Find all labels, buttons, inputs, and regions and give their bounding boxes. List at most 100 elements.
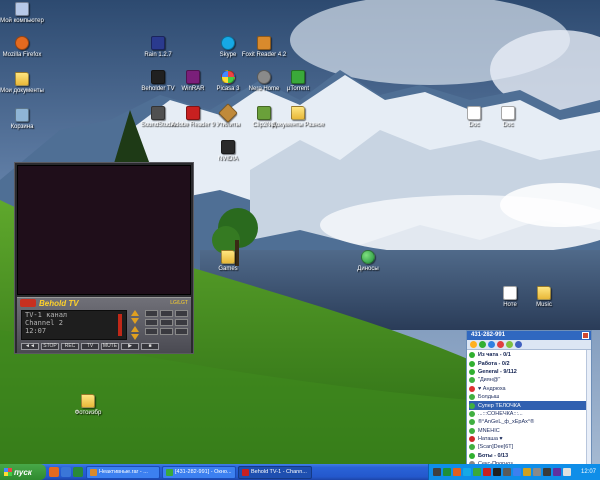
row-label: Работа - 0/2 — [478, 360, 510, 367]
contact-row[interactable]: MNEHIC — [469, 427, 589, 435]
tray-icon[interactable] — [493, 468, 501, 476]
tv-key[interactable] — [160, 319, 173, 326]
rewind-button[interactable]: ◄◄ — [21, 343, 39, 350]
row-label: Болдыш — [478, 394, 500, 401]
contact-row[interactable]: Наташа ♥ — [469, 435, 589, 443]
firefox-quicklaunch-icon[interactable] — [49, 467, 59, 477]
icq-quicklaunch-icon[interactable] — [73, 467, 83, 477]
lcd-line-time: 12:07 — [25, 327, 47, 335]
tray-icon[interactable] — [553, 468, 561, 476]
my-computer-icon[interactable]: Мой компьютер — [0, 2, 44, 25]
tray-icon[interactable] — [563, 468, 571, 476]
start-button[interactable]: пуск — [0, 464, 46, 480]
tray-icon[interactable] — [473, 468, 481, 476]
row-label: Супер ТЕЛОЧКА — [478, 402, 521, 409]
group-row[interactable]: Работа - 0/2 — [469, 359, 589, 367]
group-row[interactable]: Боты - 0/13 — [469, 452, 589, 460]
tv-key[interactable] — [175, 319, 188, 326]
scrollbar[interactable] — [586, 350, 591, 466]
online-icon[interactable] — [479, 341, 486, 348]
tray-icon[interactable] — [463, 468, 471, 476]
music-folder-icon[interactable]: Music — [522, 286, 566, 309]
tv-key[interactable] — [175, 310, 188, 317]
tray-icon[interactable] — [453, 468, 461, 476]
contact-row[interactable]: ®°AnGeL_ф_xEpAx°® — [469, 418, 589, 426]
row-label: Боты - 0/13 — [478, 452, 509, 459]
pause-button[interactable]: ■ — [141, 343, 159, 350]
app-glyph-icon — [257, 36, 271, 50]
tray-icon[interactable] — [523, 468, 531, 476]
task-label: Неактивные.rar - ... — [99, 468, 148, 475]
record-button[interactable]: REC — [61, 343, 79, 350]
nvidia-icon[interactable]: NVIDIA — [206, 140, 250, 163]
my-documents-icon[interactable]: Мои документы — [0, 72, 44, 95]
group-row[interactable]: Из чата - 0/1 — [469, 351, 589, 359]
contact-row-selected[interactable]: Супер ТЕЛОЧКА — [469, 401, 589, 410]
tv-control-panel: Behold TV LG/LGT TV-1 канал Channel 2 12… — [17, 297, 191, 353]
folder-icon — [81, 394, 95, 408]
tv-key[interactable] — [145, 319, 158, 326]
tray-icon[interactable] — [513, 468, 521, 476]
tv-video-area[interactable] — [17, 165, 191, 295]
channel-up-icon[interactable] — [131, 310, 139, 316]
stop-button[interactable]: STOP — [41, 343, 59, 350]
tray-icon[interactable] — [543, 468, 551, 476]
icon-label: Foxit Reader 4.2 — [241, 52, 287, 58]
firefox-icon[interactable]: Mozilla Firefox — [0, 36, 44, 59]
doc-icon-2[interactable]: Doc — [486, 106, 530, 129]
contact-row[interactable]: ...:::СОНЕЧКА:::... — [469, 410, 589, 418]
icon-label: WinRAR — [181, 86, 205, 92]
games-folder-icon[interactable]: Games — [206, 250, 250, 273]
mute-button[interactable]: MUTE — [101, 343, 119, 350]
volume-down-icon[interactable] — [131, 334, 139, 340]
tv-mode-button[interactable]: TV — [81, 343, 99, 350]
menu-icon[interactable] — [497, 341, 504, 348]
rainlendar-icon[interactable]: Rain 1.2.7 — [136, 36, 180, 59]
tray-icon[interactable] — [483, 468, 491, 476]
close-icon[interactable] — [582, 332, 589, 339]
contact-row[interactable]: ♥ Андрюха — [469, 385, 589, 393]
tv-key[interactable] — [160, 328, 173, 335]
status-icon[interactable] — [470, 341, 477, 348]
dinos-icon[interactable]: Диносы — [346, 250, 390, 273]
behold-tv-window[interactable]: Behold TV LG/LGT TV-1 канал Channel 2 12… — [14, 162, 194, 354]
recycle-bin-icon[interactable]: Корзина — [0, 108, 44, 131]
docs-folder-icon[interactable]: Документы Разное — [272, 106, 324, 129]
folder-icon — [537, 286, 551, 300]
foxit-icon[interactable]: Foxit Reader 4.2 — [242, 36, 286, 59]
adobe-glyph-icon — [186, 106, 200, 120]
clock[interactable]: 12:07 — [581, 469, 596, 475]
icq-contact-list-window[interactable]: 431-282-991 Из чата - 0/1 Работа - 0/2 G… — [466, 330, 592, 468]
quick-launch — [46, 467, 86, 477]
play-button[interactable]: ▶ — [121, 343, 139, 350]
group-status-icon — [469, 352, 475, 359]
tv-key[interactable] — [175, 328, 188, 335]
taskbar-button-behold-tv[interactable]: Behold TV-1 - Chann... — [238, 465, 312, 479]
channel-down-icon[interactable] — [131, 318, 139, 324]
tray-icon[interactable] — [503, 468, 511, 476]
group-row[interactable]: General - 9/112 — [469, 368, 589, 376]
history-icon[interactable] — [515, 341, 522, 348]
tv-key[interactable] — [145, 328, 158, 335]
icon-label: Документы Разное — [271, 122, 325, 128]
taskbar-button-rar[interactable]: Неактивные.rar - ... — [86, 465, 160, 479]
utorrent-icon[interactable]: µTorrent — [276, 70, 320, 93]
icon-label: Doc — [468, 122, 480, 128]
settings-icon[interactable] — [506, 341, 513, 348]
taskbar-button-icq[interactable]: [431-282-991] - Окно... — [162, 465, 236, 479]
volume-up-icon[interactable] — [131, 326, 139, 332]
tray-icon[interactable] — [443, 468, 451, 476]
photo-folder-icon[interactable]: Фотоизбр — [66, 394, 110, 417]
tv-key[interactable] — [160, 310, 173, 317]
tray-icon[interactable] — [433, 468, 441, 476]
tv-glyph-icon — [151, 70, 165, 84]
show-desktop-icon[interactable] — [61, 467, 71, 477]
search-icon[interactable] — [488, 341, 495, 348]
tv-key[interactable] — [145, 310, 158, 317]
icq-toolbar — [467, 340, 591, 350]
contact-row[interactable]: "Диян@" — [469, 376, 589, 384]
tray-icon[interactable] — [533, 468, 541, 476]
folder-icon — [15, 72, 29, 86]
contact-row[interactable]: [Scan]Dee]6T] — [469, 443, 589, 451]
contact-row[interactable]: Болдыш — [469, 393, 589, 401]
